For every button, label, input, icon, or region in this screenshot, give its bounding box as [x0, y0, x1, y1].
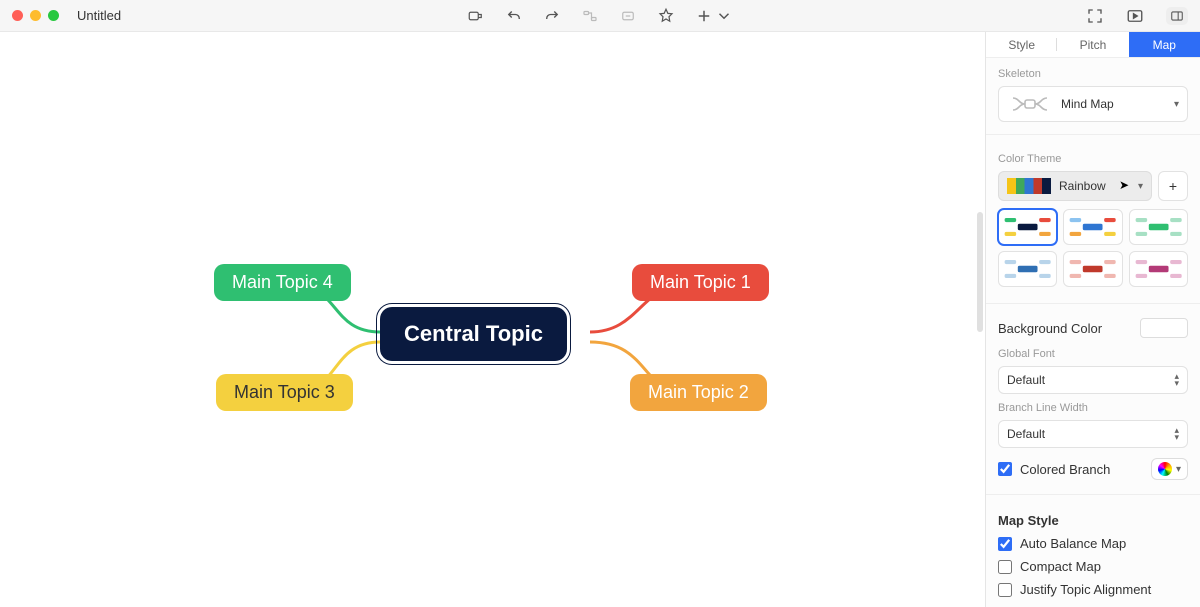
redo-icon[interactable]: [543, 7, 561, 25]
colored-branch-row: Colored Branch ▾: [986, 454, 1200, 484]
titlebar: Untitled: [0, 0, 1200, 32]
tab-map-label: Map: [1153, 38, 1176, 52]
present-icon[interactable]: [1126, 7, 1144, 25]
skeleton-thumb-icon: [1007, 93, 1053, 115]
theme-preset-4[interactable]: [998, 251, 1057, 287]
add-theme-button[interactable]: +: [1158, 171, 1188, 201]
toolbar-center: [467, 7, 733, 25]
fullscreen-icon[interactable]: [1086, 7, 1104, 25]
updown-icon: ▴▾: [1174, 373, 1179, 387]
close-window-button[interactable]: [12, 10, 23, 21]
auto-balance-label: Auto Balance Map: [1020, 536, 1126, 551]
justify-alignment-label: Justify Topic Alignment: [1020, 582, 1151, 597]
skeleton-section: Skeleton Mind Map ▾: [986, 58, 1200, 126]
chevron-down-icon: ▾: [1174, 99, 1179, 110]
theme-swatch-icon: [1007, 178, 1051, 194]
chevron-down-icon: ▾: [1138, 181, 1143, 192]
minimize-window-button[interactable]: [30, 10, 41, 21]
color-theme-section: Color Theme Rainbow ➤ ▾ +: [986, 143, 1200, 295]
branch-width-value: Default: [1007, 427, 1045, 441]
colored-branch-checkbox[interactable]: [998, 462, 1012, 476]
inspector-panel: Style Pitch Map Skeleton Mind Map ▾ Col: [985, 32, 1200, 607]
auto-balance-row: Auto Balance Map: [986, 532, 1200, 555]
insert-topic-icon[interactable]: [467, 7, 485, 25]
theme-preset-1[interactable]: [998, 209, 1057, 245]
insert-relationship-icon: [581, 7, 599, 25]
skeleton-label: Skeleton: [998, 68, 1188, 80]
global-font-select[interactable]: Default ▴▾: [998, 366, 1188, 394]
topic-4-text: Main Topic 4: [232, 272, 333, 293]
tab-style[interactable]: Style: [986, 32, 1057, 57]
compact-map-row: Compact Map: [986, 555, 1200, 578]
central-topic-text: Central Topic: [404, 321, 543, 347]
color-theme-value: Rainbow: [1059, 179, 1138, 193]
add-menu-button[interactable]: [695, 7, 733, 25]
theme-preset-3[interactable]: [1129, 209, 1188, 245]
branch-width-select[interactable]: Default ▴▾: [998, 420, 1188, 448]
background-color-label: Background Color: [998, 321, 1102, 336]
auto-balance-checkbox[interactable]: [998, 537, 1012, 551]
compact-map-checkbox[interactable]: [998, 560, 1012, 574]
tab-map[interactable]: Map: [1129, 32, 1200, 57]
undo-icon[interactable]: [505, 7, 523, 25]
theme-preset-grid: [998, 209, 1188, 287]
canvas-scrollbar[interactable]: [977, 212, 983, 332]
tab-style-label: Style: [1008, 38, 1035, 52]
theme-preset-6[interactable]: [1129, 251, 1188, 287]
star-icon[interactable]: [657, 7, 675, 25]
topic-1-node[interactable]: Main Topic 1: [632, 264, 769, 301]
theme-preset-2[interactable]: [1063, 209, 1122, 245]
chevron-down-icon: ▾: [1176, 464, 1181, 475]
tab-pitch-label: Pitch: [1080, 38, 1107, 52]
topic-2-text: Main Topic 2: [648, 382, 749, 403]
justify-alignment-checkbox[interactable]: [998, 583, 1012, 597]
color-theme-label: Color Theme: [998, 153, 1188, 165]
tab-pitch[interactable]: Pitch: [1057, 32, 1128, 57]
panel-tabs: Style Pitch Map: [986, 32, 1200, 58]
justify-alignment-row: Justify Topic Alignment: [986, 578, 1200, 601]
topic-3-text: Main Topic 3: [234, 382, 335, 403]
central-topic-node[interactable]: Central Topic: [380, 307, 567, 361]
color-wheel-icon: [1158, 462, 1172, 476]
insert-boundary-icon: [619, 7, 637, 25]
toggle-panel-icon[interactable]: [1166, 7, 1188, 25]
topic-1-text: Main Topic 1: [650, 272, 751, 293]
toolbar-right: [1086, 7, 1188, 25]
window-controls: [12, 10, 59, 21]
background-color-row: Background Color: [986, 312, 1200, 344]
branch-width-label: Branch Line Width: [998, 402, 1188, 414]
topic-3-node[interactable]: Main Topic 3: [216, 374, 353, 411]
topic-4-node[interactable]: Main Topic 4: [214, 264, 351, 301]
document-title: Untitled: [77, 8, 121, 23]
global-font-value: Default: [1007, 373, 1045, 387]
updown-icon: ▴▾: [1174, 427, 1179, 441]
global-font-label: Global Font: [998, 348, 1188, 360]
compact-map-label: Compact Map: [1020, 559, 1101, 574]
map-style-heading: Map Style: [986, 503, 1200, 532]
mindmap-canvas[interactable]: Central Topic Main Topic 1 Main Topic 2 …: [0, 32, 985, 607]
maximize-window-button[interactable]: [48, 10, 59, 21]
colored-branch-label: Colored Branch: [1020, 462, 1110, 477]
color-theme-selector[interactable]: Rainbow ➤ ▾: [998, 171, 1152, 201]
main-area: Central Topic Main Topic 1 Main Topic 2 …: [0, 32, 1200, 607]
skeleton-selector[interactable]: Mind Map ▾: [998, 86, 1188, 122]
topic-2-node[interactable]: Main Topic 2: [630, 374, 767, 411]
skeleton-value: Mind Map: [1061, 97, 1174, 111]
background-color-swatch[interactable]: [1140, 318, 1188, 338]
theme-preset-5[interactable]: [1063, 251, 1122, 287]
branch-color-button[interactable]: ▾: [1151, 458, 1188, 480]
